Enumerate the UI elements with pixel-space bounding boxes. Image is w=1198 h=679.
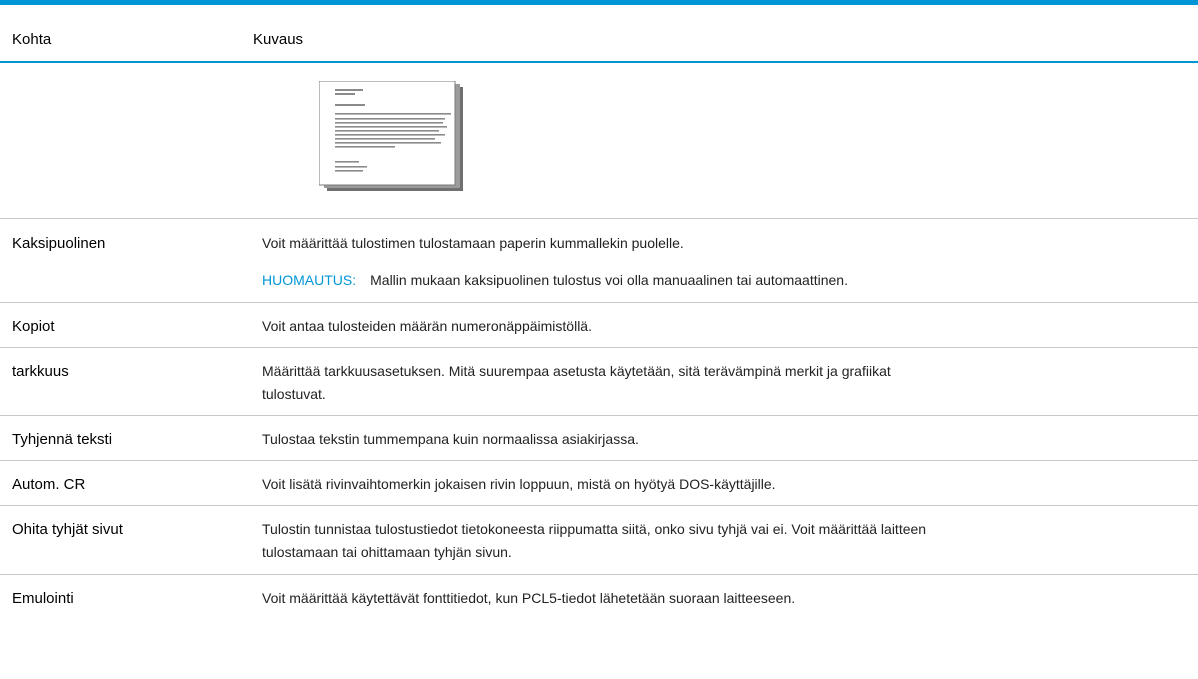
row-label: Emulointi (12, 590, 74, 607)
table-row: Emulointi Voit määrittää käytettävät fon… (0, 575, 1198, 619)
row-description: Määrittää tarkkuusasetuksen. Mitä suurem… (262, 363, 891, 402)
row-label: Kaksipuolinen (12, 235, 106, 252)
table-row: Kaksipuolinen Voit määrittää tulostimen … (0, 219, 1198, 303)
table-row: Kopiot Voit antaa tulosteiden määrän num… (0, 303, 1198, 348)
row-note: HUOMAUTUS: Mallin mukaan kaksipuolinen tu… (262, 269, 1162, 292)
header-description: Kuvaus (253, 31, 304, 48)
table-row: tarkkuus Määrittää tarkkuusasetuksen. Mi… (0, 348, 1198, 416)
document-page-icon (319, 81, 463, 191)
row-description: Voit määrittää käytettävät fonttitiedot,… (262, 590, 796, 606)
settings-table: Kohta Kuvaus Kaksipuolinen Voit määrittä… (0, 0, 1198, 619)
row-description: Tulostin tunnistaa tulostustiedot tietok… (262, 521, 927, 560)
row-label: Autom. CR (12, 476, 86, 493)
table-header: Kohta Kuvaus (0, 5, 1198, 63)
header-item: Kohta (12, 31, 52, 48)
row-label: tarkkuus (12, 363, 69, 380)
table-row: Tyhjennä teksti Tulostaa tekstin tummemp… (0, 416, 1198, 461)
row-description: Voit määrittää tulostimen tulostamaan pa… (262, 235, 684, 251)
row-label: Ohita tyhjät sivut (12, 521, 123, 538)
row-description: Tulostaa tekstin tummempana kuin normaal… (262, 431, 639, 447)
row-label: Tyhjennä teksti (12, 431, 113, 448)
note-label: HUOMAUTUS: (262, 272, 357, 288)
row-description: Voit antaa tulosteiden määrän numeronäpp… (262, 318, 592, 334)
note-text: Mallin mukaan kaksipuolinen tulostus voi… (370, 272, 848, 288)
row-label: Kopiot (12, 318, 55, 335)
table-row: Ohita tyhjät sivut Tulostin tunnistaa tu… (0, 506, 1198, 575)
row-description: Voit lisätä rivinvaihtomerkin jokaisen r… (262, 476, 776, 492)
table-row: Autom. CR Voit lisätä rivinvaihtomerkin … (0, 461, 1198, 506)
illustration-row (0, 63, 1198, 219)
